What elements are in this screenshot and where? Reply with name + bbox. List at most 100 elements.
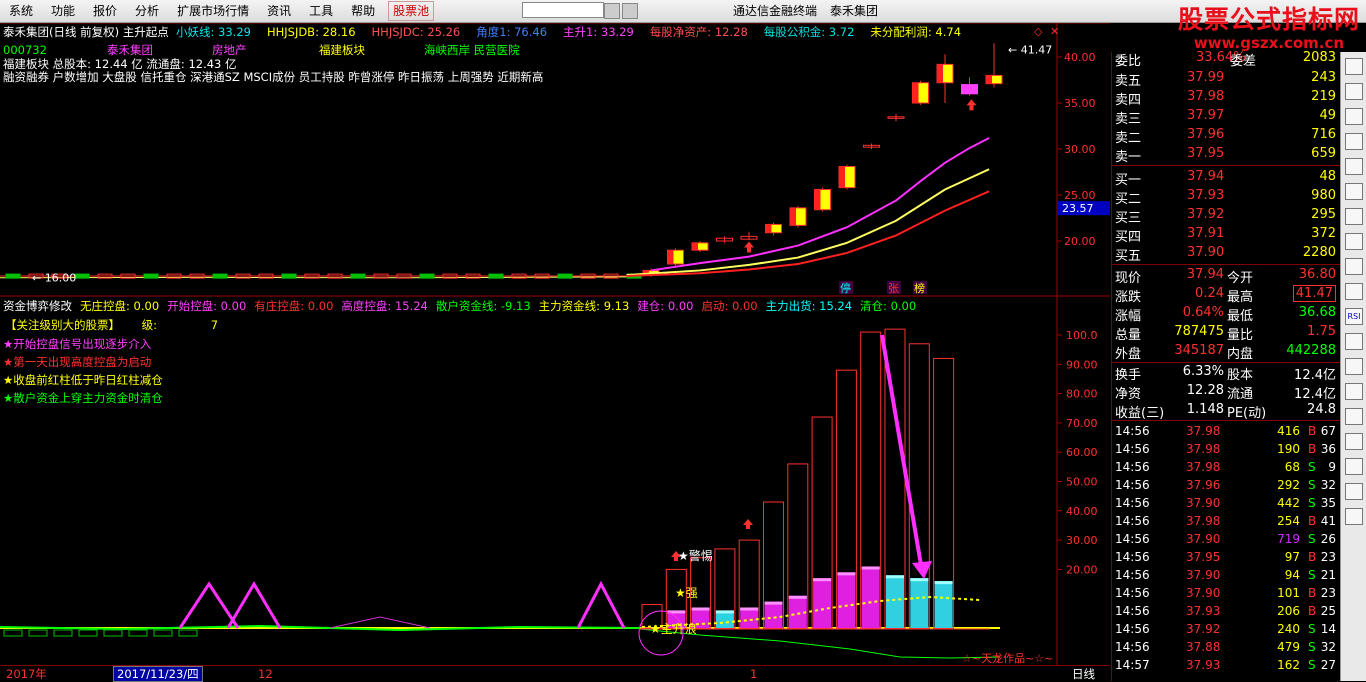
grid-icon[interactable] <box>1345 83 1363 100</box>
chart-area[interactable]: 40.00 35.00 30.00 25.00 20.00 23.57 ← 16.00 ← 4… <box>0 23 1110 681</box>
table-icon[interactable] <box>1345 133 1363 150</box>
watermark: 股票公式指标网 www.gszx.com.cn <box>1178 6 1360 53</box>
tick-price: 37.90 <box>1186 496 1221 510</box>
window-icon[interactable] <box>1345 483 1363 500</box>
volume-box-small <box>53 629 73 637</box>
menu-function[interactable]: 功能 <box>42 0 84 22</box>
list-icon[interactable] <box>1345 58 1363 75</box>
candle <box>350 273 366 279</box>
bars-icon[interactable] <box>1345 108 1363 125</box>
indicator-row: 小妖线: 33.29 HHJSJDB: 28.16 HHJSJDC: 25.26 角度… <box>176 25 961 39</box>
axis-cursor-date: 2017/11/23/四 <box>113 666 203 682</box>
pulse-icon[interactable] <box>1345 183 1363 200</box>
ask-row[interactable]: 卖五 37.99 243 <box>1112 69 1340 89</box>
candle <box>419 273 435 279</box>
volume-bar-cap <box>715 610 734 614</box>
candle <box>212 273 228 279</box>
doc-icon[interactable] <box>1345 208 1363 225</box>
doc-icon[interactable] <box>1345 433 1363 450</box>
menu-quote[interactable]: 报价 <box>84 0 126 22</box>
diamond-icon[interactable]: ◇ <box>1034 25 1042 38</box>
menu-stock-pool[interactable]: 股票池 <box>388 1 435 21</box>
price-tick-label: 40.00 <box>1064 51 1096 64</box>
price-tick-label: 20.00 <box>1064 235 1096 248</box>
tick-time: 14:56 <box>1115 568 1150 582</box>
quote-label: 今开 <box>1227 271 1254 286</box>
tool-icon[interactable] <box>1345 508 1363 525</box>
chart-icon[interactable] <box>1345 158 1363 175</box>
divider <box>1112 264 1340 265</box>
bid-row[interactable]: 买二 37.93 980 <box>1112 187 1340 207</box>
quote-row: 涨跌 0.24 最高 41.47 <box>1112 285 1340 305</box>
volume-tick-label: 30.00 <box>1066 534 1098 547</box>
bid-row[interactable]: 买三 37.92 295 <box>1112 206 1340 226</box>
ask-price: 37.96 <box>1187 127 1225 142</box>
clock-icon[interactable] <box>1345 333 1363 350</box>
search-input[interactable] <box>522 2 604 18</box>
tick-price: 37.92 <box>1186 622 1221 636</box>
ask-row[interactable]: 卖一 37.95 659 <box>1112 145 1340 165</box>
stock-tag: 泰禾集团 <box>107 43 153 57</box>
window-stock-name: 泰禾集团 <box>830 4 879 18</box>
tick-price: 37.90 <box>1186 586 1221 600</box>
quote-value: 36.68 <box>1298 305 1336 320</box>
tick-volume: 162 <box>1277 658 1300 672</box>
tick-side: B <box>1308 514 1317 528</box>
book-icon[interactable] <box>1345 458 1363 475</box>
tick-price: 37.93 <box>1186 604 1221 618</box>
indicator-value: 每股净资产: 12.28 <box>649 25 748 39</box>
menu-analysis[interactable]: 分析 <box>126 0 168 22</box>
watermark-url: www.gszx.com.cn <box>1193 34 1345 52</box>
candle-body-shade <box>839 166 845 188</box>
tick-side: S <box>1308 658 1316 672</box>
menu-tools[interactable]: 工具 <box>300 0 342 22</box>
fundamental-value: 12.4亿 <box>1294 368 1336 383</box>
candle-icon[interactable] <box>1345 283 1363 300</box>
candle <box>5 273 21 279</box>
side-toolbar: RSI <box>1340 52 1366 681</box>
indicator-value: 未分配利润: 4.74 <box>870 25 962 39</box>
menu-news[interactable]: 资讯 <box>258 0 300 22</box>
chart-svg: 40.00 35.00 30.00 25.00 20.00 23.57 ← 16.00 ← 4… <box>0 23 1110 665</box>
quote-label: 内盘 <box>1227 347 1254 362</box>
line-icon[interactable] <box>1345 258 1363 275</box>
quote-value: 1.75 <box>1307 324 1336 339</box>
minus-icon[interactable] <box>1345 408 1363 425</box>
bid-row[interactable]: 买四 37.91 372 <box>1112 225 1340 245</box>
menu-extended-market[interactable]: 扩展市场行情 <box>168 0 258 22</box>
sub-indicator-value: 散户资金线: -9.13 <box>435 299 531 313</box>
period-label[interactable]: 日线 <box>1072 667 1095 681</box>
menu-system[interactable]: 系统 <box>0 0 42 22</box>
ask-row[interactable]: 卖四 37.98 219 <box>1112 88 1340 108</box>
concept-tags: 融资融券 户数增加 大盘股 信托重仓 深港通SZ MSCI成份 员工持股 昨曾涨… <box>3 70 544 84</box>
person-icon[interactable] <box>1345 233 1363 250</box>
fundamental-label: 收益(三) <box>1115 406 1165 421</box>
tick-time: 14:57 <box>1115 658 1150 672</box>
volume-tick-label: 100.0 <box>1066 329 1098 342</box>
focus-row: 【关注级别大的股票】 级: 7 <box>5 318 218 332</box>
stock-tag: 000732 <box>3 43 47 57</box>
candle-body-shade <box>986 75 992 84</box>
quote-value: 37.94 <box>1186 267 1224 282</box>
quote-value: 0.24 <box>1195 286 1224 301</box>
tick-side: S <box>1308 460 1316 474</box>
back-icon[interactable] <box>604 3 620 19</box>
tick-row: 14:56 37.90 101 B 23 <box>1112 585 1340 603</box>
fundamental-label: 流通 <box>1227 387 1254 402</box>
bid-row[interactable]: 买一 37.94 48 <box>1112 168 1340 188</box>
close-icon[interactable]: ✕ <box>1050 25 1059 38</box>
bid-row[interactable]: 买五 37.90 2280 <box>1112 244 1340 264</box>
tick-price: 37.93 <box>1186 658 1221 672</box>
rsi-icon[interactable]: RSI <box>1345 308 1363 325</box>
ask-row[interactable]: 卖二 37.96 716 <box>1112 126 1340 146</box>
forward-icon[interactable] <box>622 3 638 19</box>
menu-help[interactable]: 帮助 <box>342 0 384 22</box>
signal-peak-small <box>329 616 431 629</box>
tick-volume: 240 <box>1277 622 1300 636</box>
fundamental-value: 1.148 <box>1186 402 1224 417</box>
move-icon[interactable] <box>1345 358 1363 375</box>
plus-icon[interactable] <box>1345 383 1363 400</box>
ask-row[interactable]: 卖三 37.97 49 <box>1112 107 1340 127</box>
date-axis-bar: 2017年 2017/11/23/四 12 1 日线 <box>0 665 1110 682</box>
ask-price: 37.95 <box>1187 146 1225 161</box>
